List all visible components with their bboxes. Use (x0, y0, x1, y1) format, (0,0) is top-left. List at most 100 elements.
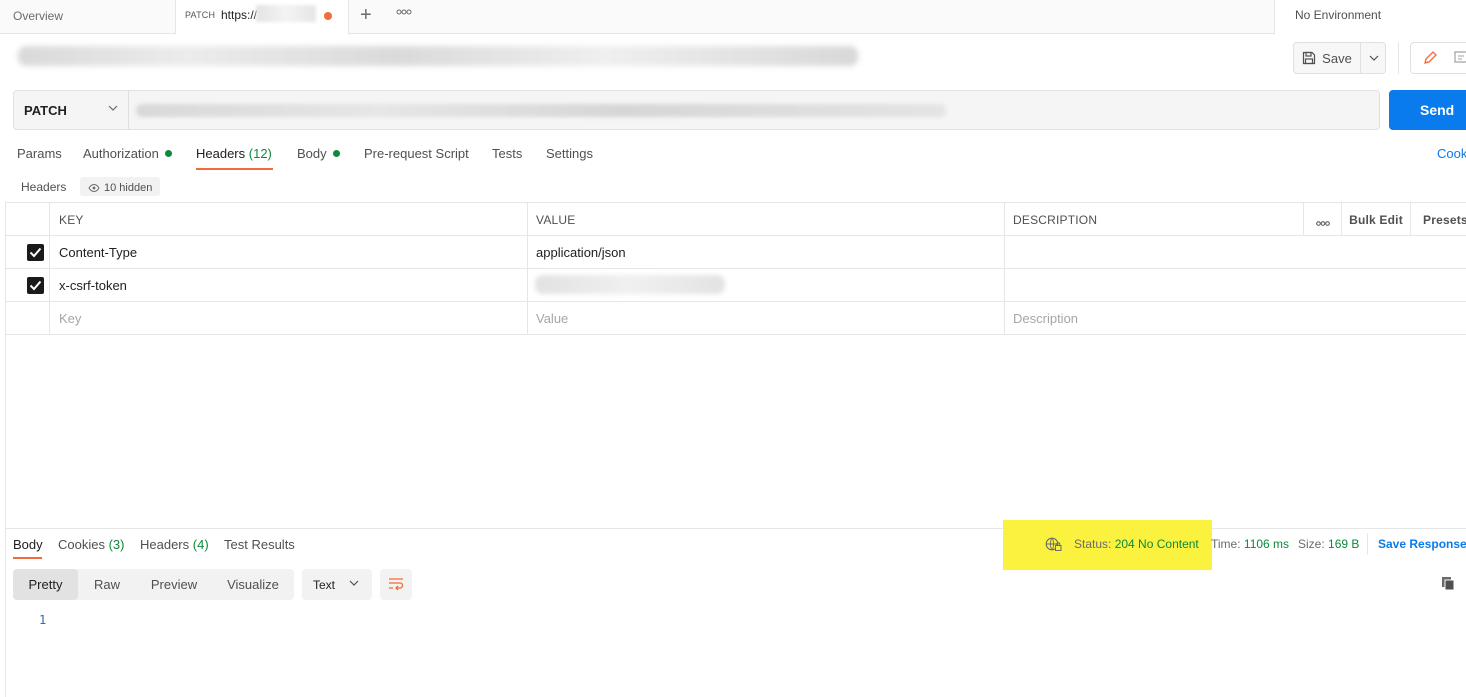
row-checkbox-cell (5, 269, 50, 301)
url-input[interactable] (136, 104, 946, 117)
header-value-cell[interactable] (528, 269, 1005, 301)
unsaved-dot-icon (324, 12, 332, 20)
response-status[interactable]: Status: 204 No Content (1074, 537, 1199, 551)
redacted-token-value (535, 275, 725, 294)
redacted-tab-url (256, 5, 316, 22)
response-time[interactable]: Time: 1106 ms (1211, 537, 1289, 551)
view-mode-visualize[interactable]: Visualize (212, 569, 294, 600)
tab-authorization-label: Authorization (83, 146, 159, 161)
header-description-cell[interactable] (1005, 269, 1466, 301)
table-row-new: Key Value Description (5, 302, 1466, 335)
row-checkbox-cell (5, 236, 50, 268)
tab-prerequest-script[interactable]: Pre-request Script (364, 146, 469, 161)
response-tab-test-results[interactable]: Test Results (224, 537, 295, 552)
headers-section-label: Headers (21, 180, 67, 194)
chevron-down-icon (349, 580, 359, 586)
row-checkbox[interactable] (27, 244, 44, 261)
save-options-button[interactable] (1360, 43, 1386, 73)
method-label: PATCH (24, 103, 67, 118)
tab-settings[interactable]: Settings (546, 146, 593, 161)
bulk-edit-button[interactable]: Bulk Edit (1342, 203, 1411, 235)
tab-body[interactable]: Body (297, 146, 340, 161)
tab-params[interactable]: Params (17, 146, 62, 161)
view-mode-selector: Pretty Raw Preview Visualize (13, 569, 294, 600)
save-button[interactable]: Save (1294, 43, 1360, 73)
response-tab-headers-label: Headers (140, 537, 190, 552)
toolbar-divider (1398, 42, 1399, 74)
tab-request-active[interactable]: PATCH https:// (176, 0, 349, 35)
tab-body-label: Body (297, 146, 327, 161)
save-button-group: Save (1293, 42, 1386, 74)
response-tab-headers[interactable]: Headers (4) (140, 537, 209, 552)
header-key-cell[interactable]: Content-Type (50, 236, 528, 268)
format-label: Text (313, 578, 336, 592)
row-checkbox[interactable] (27, 277, 44, 294)
status-value: 204 No Content (1114, 537, 1199, 551)
tab-overview[interactable]: Overview (0, 0, 176, 34)
view-toggle-group (1410, 42, 1466, 74)
save-icon (1303, 51, 1316, 65)
more-icon (1315, 221, 1330, 226)
chevron-down-icon (1369, 55, 1378, 61)
tab-url-label: https:// (221, 8, 258, 22)
checkmark-icon (29, 280, 42, 291)
more-tabs-icon[interactable] (396, 6, 412, 18)
send-button[interactable]: Send (1389, 90, 1466, 130)
column-header-description: DESCRIPTION (1005, 203, 1304, 235)
value-input[interactable]: Value (528, 302, 1005, 334)
response-tab-cookies[interactable]: Cookies (3) (58, 537, 124, 552)
tab-method-label: PATCH (185, 10, 216, 20)
response-meta-divider (1367, 533, 1368, 555)
save-response-button[interactable]: Save Response (1378, 537, 1466, 551)
copy-icon[interactable] (1440, 575, 1456, 594)
time-label: Time: (1211, 537, 1241, 551)
tab-bar: Overview PATCH https:// + No Environment (0, 0, 1466, 35)
globe-lock-icon[interactable] (1045, 537, 1062, 555)
header-value-cell[interactable]: application/json (528, 236, 1005, 268)
eye-icon (88, 183, 100, 192)
row-checkbox-cell (5, 302, 50, 334)
view-mode-preview[interactable]: Preview (136, 569, 212, 600)
chevron-down-icon (108, 105, 118, 111)
select-column-header (5, 203, 50, 235)
active-dot-icon (164, 150, 172, 157)
description-input[interactable]: Description (1005, 302, 1466, 334)
response-size[interactable]: Size: 169 B (1298, 537, 1359, 551)
comment-icon[interactable] (1454, 51, 1466, 68)
redacted-request-title (18, 46, 858, 66)
environment-selector[interactable]: No Environment (1274, 0, 1466, 34)
column-header-value: VALUE (528, 203, 1005, 235)
format-selector[interactable]: Text (302, 569, 372, 600)
response-cookies-count: (3) (108, 537, 125, 552)
tab-headers-count: (12) (248, 146, 272, 161)
status-label: Status: (1074, 537, 1112, 551)
tab-headers[interactable]: Headers (12) (196, 146, 272, 161)
header-key-cell[interactable]: x-csrf-token (50, 269, 528, 301)
tab-authorization[interactable]: Authorization (83, 146, 172, 161)
column-options-button[interactable] (1304, 203, 1342, 235)
new-tab-button[interactable]: + (360, 4, 372, 27)
method-selector[interactable]: PATCH (14, 91, 129, 129)
url-bar: PATCH (13, 90, 1380, 130)
response-tab-cookies-label: Cookies (58, 537, 105, 552)
edit-icon[interactable] (1422, 50, 1438, 69)
response-tab-body[interactable]: Body (13, 537, 43, 552)
cookies-link[interactable]: Cook (1437, 146, 1466, 161)
view-mode-pretty[interactable]: Pretty (13, 569, 78, 600)
hidden-headers-toggle[interactable]: 10 hidden (80, 177, 161, 196)
view-mode-raw[interactable]: Raw (78, 569, 136, 600)
wrap-lines-button[interactable] (380, 569, 412, 600)
active-tab-underline (196, 168, 273, 170)
time-value: 1106 ms (1243, 537, 1290, 551)
line-number: 1 (39, 613, 47, 627)
response-active-tab-underline (13, 557, 42, 559)
table-header-row: KEY VALUE DESCRIPTION Bulk Edit Presets (5, 202, 1466, 236)
save-label: Save (1322, 50, 1352, 66)
header-description-cell[interactable] (1005, 236, 1466, 268)
key-input[interactable]: Key (50, 302, 528, 334)
tab-headers-label: Headers (196, 146, 246, 161)
tab-tests[interactable]: Tests (492, 146, 522, 161)
request-tabs: Params Authorization Headers (12) Body P… (0, 143, 1466, 171)
presets-button[interactable]: Presets (1411, 203, 1466, 235)
response-divider (5, 528, 1466, 529)
